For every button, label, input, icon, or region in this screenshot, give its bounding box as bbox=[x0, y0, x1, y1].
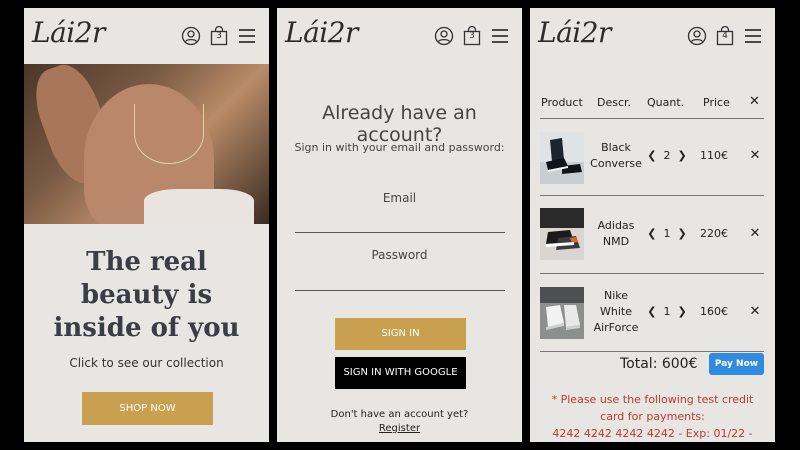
divider bbox=[540, 273, 764, 274]
header-icons: 4 bbox=[687, 26, 763, 46]
column-header-quantity: Quant. bbox=[647, 96, 685, 109]
header: Lái2r 3 bbox=[277, 8, 522, 64]
brand-logo[interactable]: Lái2r bbox=[32, 16, 105, 49]
cart-count: 4 bbox=[722, 31, 728, 41]
test-card-note: 4242 4242 4242 4242 - Exp: 01/22 - bbox=[552, 427, 753, 440]
item-price: 110€ bbox=[700, 149, 728, 162]
decrease-quantity-icon[interactable]: ❮ bbox=[647, 227, 656, 240]
hero-tagline: The real beauty is inside of you bbox=[53, 247, 240, 343]
product-name: Nike White AirForce bbox=[593, 289, 639, 334]
cart-icon[interactable]: 3 bbox=[209, 26, 229, 46]
header: Lái2r 3 bbox=[24, 8, 269, 64]
login-title: Already have an account? bbox=[322, 102, 477, 146]
quantity-stepper: ❮ 2 ❯ bbox=[644, 149, 690, 162]
quantity-stepper: ❮ 1 ❯ bbox=[644, 305, 690, 318]
product-name: Adidas NMD bbox=[597, 219, 635, 248]
divider bbox=[540, 118, 764, 119]
cart-count: 3 bbox=[469, 31, 475, 41]
brand-logo[interactable]: Lái2r bbox=[538, 16, 611, 49]
column-header-description: Descr. bbox=[597, 96, 632, 109]
column-header-product: Product bbox=[541, 96, 583, 109]
divider bbox=[540, 351, 764, 352]
email-field[interactable]: Email bbox=[277, 191, 522, 205]
remove-item-icon[interactable]: ✕ bbox=[748, 148, 762, 163]
product-image bbox=[540, 287, 584, 339]
remove-item-icon[interactable]: ✕ bbox=[748, 304, 762, 319]
sign-in-button[interactable]: SIGN IN bbox=[335, 318, 466, 350]
login-screen: Lái2r 3 Already have an account? Sign in… bbox=[277, 8, 522, 442]
cart-icon[interactable]: 4 bbox=[715, 26, 735, 46]
email-underline bbox=[295, 232, 505, 233]
shop-now-button[interactable]: SHOP NOW bbox=[82, 392, 213, 425]
hero-image bbox=[24, 64, 269, 224]
test-card-note: * Please use the following test credit bbox=[551, 393, 754, 406]
password-underline bbox=[295, 290, 505, 291]
quantity-value: 1 bbox=[663, 227, 671, 240]
user-icon[interactable] bbox=[434, 26, 454, 46]
login-subtitle: Sign in with your email and password: bbox=[294, 141, 505, 154]
header: Lái2r 4 bbox=[530, 8, 775, 64]
password-field[interactable]: Password bbox=[277, 248, 522, 262]
register-link[interactable]: Register bbox=[277, 423, 522, 434]
clear-cart-icon[interactable]: ✕ bbox=[749, 94, 760, 109]
item-price: 160€ bbox=[700, 305, 728, 318]
cart-screen: Lái2r 4 Product Descr. Quant. Price ✕ Bl… bbox=[530, 8, 775, 442]
cart-icon[interactable]: 3 bbox=[462, 26, 482, 46]
google-sign-in-button[interactable]: SIGN IN WITH GOOGLE bbox=[335, 357, 466, 389]
increase-quantity-icon[interactable]: ❯ bbox=[678, 227, 687, 240]
header-icons: 3 bbox=[434, 26, 510, 46]
collection-link[interactable]: Click to see our collection bbox=[24, 356, 269, 370]
menu-icon[interactable] bbox=[743, 26, 763, 46]
increase-quantity-icon[interactable]: ❯ bbox=[678, 305, 687, 318]
decrease-quantity-icon[interactable]: ❮ bbox=[647, 305, 656, 318]
remove-item-icon[interactable]: ✕ bbox=[748, 226, 762, 241]
increase-quantity-icon[interactable]: ❯ bbox=[678, 149, 687, 162]
user-icon[interactable] bbox=[181, 26, 201, 46]
quantity-value: 2 bbox=[663, 149, 671, 162]
item-price: 220€ bbox=[700, 227, 728, 240]
product-image bbox=[540, 132, 584, 184]
menu-icon[interactable] bbox=[237, 26, 257, 46]
cart-total: Total: 600€ bbox=[620, 356, 698, 372]
product-image bbox=[540, 208, 584, 260]
quantity-value: 1 bbox=[663, 305, 671, 318]
product-name: Black Converse bbox=[590, 141, 642, 170]
header-icons: 3 bbox=[181, 26, 257, 46]
brand-logo[interactable]: Lái2r bbox=[285, 16, 358, 49]
test-card-note: card for payments: bbox=[600, 410, 705, 423]
cart-count: 3 bbox=[216, 31, 222, 41]
no-account-text: Don't have an account yet? bbox=[330, 409, 469, 420]
home-screen: Lái2r 3 The real beauty is inside of you… bbox=[24, 8, 269, 442]
decrease-quantity-icon[interactable]: ❮ bbox=[647, 149, 656, 162]
pay-now-button[interactable]: Pay Now bbox=[709, 353, 764, 375]
menu-icon[interactable] bbox=[490, 26, 510, 46]
column-header-price: Price bbox=[703, 96, 730, 109]
user-icon[interactable] bbox=[687, 26, 707, 46]
quantity-stepper: ❮ 1 ❯ bbox=[644, 227, 690, 240]
divider bbox=[540, 195, 764, 196]
